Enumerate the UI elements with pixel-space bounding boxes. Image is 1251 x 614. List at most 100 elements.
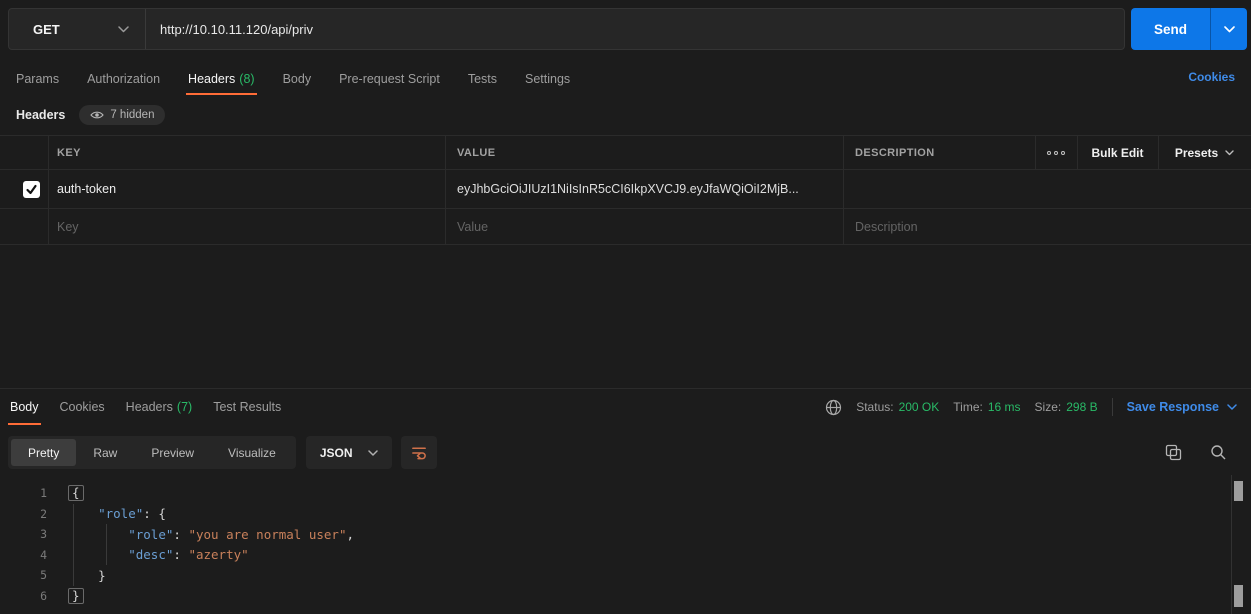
column-key: KEY — [57, 136, 81, 169]
copy-icon — [1165, 444, 1182, 461]
tab-response-body[interactable]: Body — [10, 389, 39, 425]
header-value-cell[interactable]: eyJhbGciOiJIUzI1NiIsInR5cCI6IkpXVCJ9.eyJ… — [457, 170, 843, 208]
scrollbar-thumb[interactable] — [1234, 481, 1243, 501]
tab-settings[interactable]: Settings — [525, 62, 570, 95]
code-line: 5 } — [0, 565, 1231, 586]
response-headers-count-badge: (7) — [177, 400, 192, 414]
tab-params[interactable]: Params — [16, 62, 59, 95]
new-description-input[interactable]: Description — [855, 209, 918, 244]
scrollbar-thumb[interactable] — [1234, 585, 1243, 607]
header-row-auth-token: auth-token eyJhbGciOiJIUzI1NiIsInR5cCI6I… — [0, 170, 1251, 209]
tab-label: Test Results — [213, 400, 281, 414]
tab-pre-request-script[interactable]: Pre-request Script — [339, 62, 440, 95]
tab-label: Settings — [525, 72, 570, 86]
chevron-down-icon — [1225, 150, 1234, 156]
tab-label: Cookies — [60, 400, 105, 414]
status-indicator: Status: 200 OK — [856, 400, 939, 414]
url-input[interactable] — [146, 9, 1124, 49]
response-view-toolbar: Pretty Raw Preview Visualize JSON — [8, 436, 437, 469]
line-number: 5 — [0, 568, 47, 582]
time-indicator: Time: 16 ms — [953, 400, 1020, 414]
tab-label: Tests — [468, 72, 497, 86]
indent-guide — [106, 524, 107, 565]
save-response-label: Save Response — [1127, 400, 1219, 414]
response-action-icons — [1165, 436, 1227, 469]
cookies-link[interactable]: Cookies — [1188, 70, 1235, 84]
save-response-button[interactable]: Save Response — [1127, 400, 1237, 414]
chevron-down-icon — [118, 26, 129, 33]
copy-button[interactable] — [1165, 444, 1182, 461]
size-indicator: Size: 298 B — [1035, 400, 1098, 414]
check-icon — [25, 183, 38, 196]
column-description: DESCRIPTION — [855, 136, 935, 169]
chevron-down-icon — [1224, 26, 1235, 33]
new-key-input[interactable]: Key — [57, 209, 79, 244]
request-url-bar: GET — [8, 8, 1125, 50]
code-line: 2 "role": { — [0, 504, 1231, 525]
view-mode-visualize[interactable]: Visualize — [211, 439, 293, 466]
view-mode-raw[interactable]: Raw — [76, 439, 134, 466]
response-body-code: 1{2 "role": {3 "role": "you are normal u… — [0, 476, 1231, 614]
header-description-cell[interactable] — [855, 170, 1235, 208]
format-dropdown[interactable]: JSON — [306, 436, 392, 469]
tab-headers[interactable]: Headers (8) — [188, 62, 255, 95]
bulk-edit-button[interactable]: Bulk Edit — [1077, 136, 1158, 169]
size-value: 298 B — [1066, 400, 1097, 414]
new-header-row: Key Value Description — [0, 209, 1251, 245]
header-key-cell[interactable]: auth-token — [57, 170, 441, 208]
network-info-icon[interactable] — [825, 399, 842, 416]
code-line: 1{ — [0, 483, 1231, 504]
send-options-button[interactable] — [1211, 8, 1247, 50]
method-label: GET — [33, 22, 60, 37]
tab-response-headers[interactable]: Headers (7) — [126, 389, 193, 425]
format-selected-label: JSON — [320, 446, 353, 460]
wrap-text-icon — [410, 444, 428, 461]
send-button-group: Send — [1131, 8, 1247, 50]
tab-test-results[interactable]: Test Results — [213, 389, 281, 425]
line-number: 6 — [0, 589, 47, 603]
presets-dropdown[interactable]: Presets — [1158, 136, 1251, 169]
tab-label: Authorization — [87, 72, 160, 86]
hidden-headers-toggle[interactable]: 7 hidden — [79, 105, 165, 125]
response-meta-bar: Status: 200 OK Time: 16 ms Size: 298 B S… — [825, 389, 1237, 425]
response-tabs: Body Cookies Headers (7) Test Results — [10, 389, 281, 425]
code-line: 3 "role": "you are normal user", — [0, 524, 1231, 545]
rest-client-window: GET Send Params Authorization Headers (8… — [0, 0, 1251, 614]
new-value-input[interactable]: Value — [457, 209, 488, 244]
time-value: 16 ms — [988, 400, 1021, 414]
tab-response-cookies[interactable]: Cookies — [60, 389, 105, 425]
column-value: VALUE — [457, 136, 495, 169]
headers-table: KEY VALUE DESCRIPTION Bulk Edit Presets — [0, 135, 1251, 244]
tab-label: Body — [283, 72, 312, 86]
tab-body[interactable]: Body — [283, 62, 312, 95]
view-mode-pretty[interactable]: Pretty — [11, 439, 76, 466]
line-number: 1 — [0, 486, 47, 500]
code-line: 4 "desc": "azerty" — [0, 545, 1231, 566]
method-selector[interactable]: GET — [9, 9, 146, 49]
tab-label: Pre-request Script — [339, 72, 440, 86]
search-button[interactable] — [1210, 444, 1227, 461]
headers-section-title: Headers — [16, 108, 65, 122]
tab-tests[interactable]: Tests — [468, 62, 497, 95]
status-label: Status: — [856, 400, 893, 414]
tab-label: Headers — [126, 400, 173, 414]
code-line: 6} — [0, 586, 1231, 607]
tab-label: Params — [16, 72, 59, 86]
time-label: Time: — [953, 400, 983, 414]
row-checkbox[interactable] — [23, 181, 40, 198]
line-number: 3 — [0, 527, 47, 541]
view-mode-preview[interactable]: Preview — [134, 439, 211, 466]
send-button[interactable]: Send — [1131, 8, 1211, 50]
wrap-text-button[interactable] — [401, 436, 437, 469]
headers-section-header: Headers 7 hidden — [16, 103, 165, 127]
more-options-button[interactable] — [1035, 136, 1077, 169]
ellipsis-icon — [1047, 151, 1065, 155]
response-panel: Body Cookies Headers (7) Test Results St… — [0, 388, 1251, 614]
line-number: 4 — [0, 548, 47, 562]
divider — [1112, 398, 1113, 416]
tab-authorization[interactable]: Authorization — [87, 62, 160, 95]
size-label: Size: — [1035, 400, 1062, 414]
status-value: 200 OK — [899, 400, 940, 414]
view-mode-switcher: Pretty Raw Preview Visualize — [8, 436, 296, 469]
indent-guide — [73, 504, 74, 586]
